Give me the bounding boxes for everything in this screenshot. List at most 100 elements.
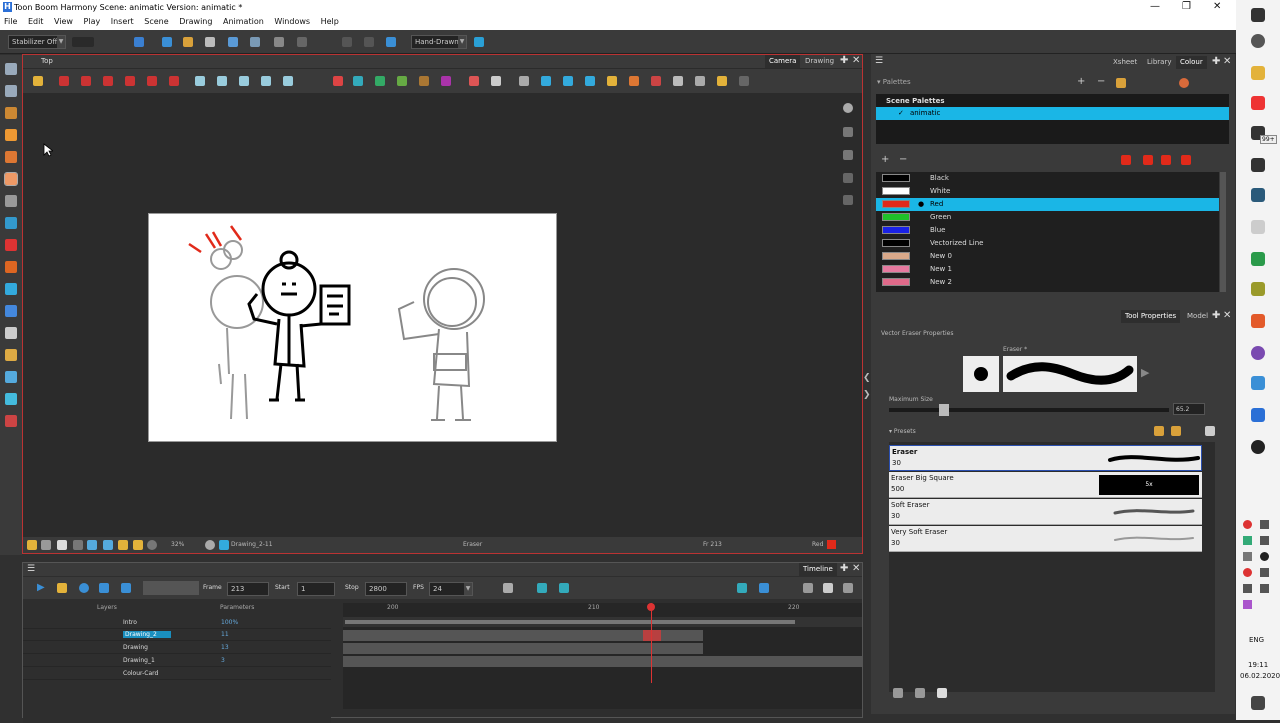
- gear-icon[interactable]: [205, 540, 215, 550]
- color-row-green[interactable]: Green: [876, 211, 1219, 224]
- onion-toggle-icon[interactable]: [103, 540, 113, 550]
- play-icon[interactable]: ▶: [37, 582, 45, 593]
- drawing-canvas[interactable]: [148, 213, 557, 442]
- onion-back-icon[interactable]: [147, 76, 157, 86]
- sound-scrub-icon[interactable]: [121, 583, 131, 593]
- safe-area-icon[interactable]: [541, 76, 551, 86]
- open-folder-icon[interactable]: [183, 37, 193, 47]
- ease-curve-icon[interactable]: [537, 583, 547, 593]
- pressure-icon[interactable]: [893, 688, 903, 698]
- layers-icon[interactable]: [843, 127, 853, 137]
- app-icon-7[interactable]: [1251, 376, 1265, 390]
- color-line-icon[interactable]: [1181, 155, 1191, 165]
- preset-eraser[interactable]: Eraser 30: [889, 445, 1202, 471]
- settings-gear-icon[interactable]: [491, 76, 501, 86]
- ink-tool-icon[interactable]: [5, 415, 17, 427]
- palettes-label[interactable]: ▾ Palettes: [877, 78, 911, 86]
- save-icon[interactable]: [205, 37, 215, 47]
- preview-icon[interactable]: [87, 540, 97, 550]
- onion-skin-icon[interactable]: [59, 76, 69, 86]
- add-tab-icon[interactable]: ✚: [840, 563, 848, 574]
- color-pot-icon[interactable]: [1143, 155, 1153, 165]
- search-icon[interactable]: [1251, 34, 1265, 48]
- pivot-icon[interactable]: [5, 283, 17, 295]
- tray-icon-4[interactable]: [1243, 552, 1252, 561]
- tab-drawing[interactable]: Drawing: [801, 55, 838, 68]
- pencil-tool-icon[interactable]: [5, 129, 17, 141]
- start-field[interactable]: 1: [297, 582, 335, 596]
- playhead-handle[interactable]: [647, 603, 655, 611]
- clock-date[interactable]: 06.02.2020: [1240, 672, 1280, 680]
- zoom-level[interactable]: 32%: [171, 541, 184, 548]
- tab-timeline[interactable]: Timeline: [799, 563, 837, 576]
- stop-field[interactable]: 2800: [365, 582, 407, 596]
- morph-tool-icon[interactable]: [5, 305, 17, 317]
- current-cell[interactable]: [643, 630, 661, 641]
- color-row-blue[interactable]: Blue: [876, 224, 1219, 237]
- render-icon[interactable]: [386, 37, 396, 47]
- view-breadcrumb-top[interactable]: Top: [41, 57, 53, 65]
- color-row-new-2[interactable]: New 2: [876, 276, 1219, 289]
- fill-icon[interactable]: [695, 76, 705, 86]
- network-icon[interactable]: [1243, 584, 1252, 593]
- tray-icon-2[interactable]: [1260, 520, 1269, 529]
- microphone-icon[interactable]: [1260, 584, 1269, 593]
- app-icon-8[interactable]: [1251, 440, 1265, 454]
- close-panel-icon[interactable]: ✕: [1223, 56, 1231, 67]
- select-tool-icon[interactable]: [5, 63, 17, 75]
- color-swatch-tool-icon[interactable]: [1121, 155, 1131, 165]
- max-size-field[interactable]: 65.2: [1173, 403, 1205, 415]
- record-icon[interactable]: [333, 76, 343, 86]
- menu-animation[interactable]: Animation: [219, 15, 268, 29]
- frame-field[interactable]: 213: [227, 582, 269, 596]
- panel-menu-icon[interactable]: ☰: [27, 564, 35, 574]
- frame-grid[interactable]: 200 210 220: [343, 603, 862, 709]
- ease-icon[interactable]: [375, 76, 385, 86]
- sound-icon[interactable]: [99, 583, 109, 593]
- mask-icon[interactable]: [41, 540, 51, 550]
- close-panel-icon[interactable]: ✕: [1223, 310, 1231, 321]
- preset-load-icon[interactable]: [1154, 426, 1164, 436]
- smooth-icon[interactable]: [915, 688, 925, 698]
- rotate-tool-icon[interactable]: [5, 349, 17, 361]
- collapse-right-icon[interactable]: ❯: [863, 390, 871, 400]
- color-row-black[interactable]: Black: [876, 172, 1219, 185]
- tray-icon-5[interactable]: [1260, 552, 1269, 561]
- stabilizer-amount-field[interactable]: [72, 37, 94, 47]
- close-timeline-icon[interactable]: ✕: [852, 563, 860, 574]
- layer-row-drawing-1[interactable]: Drawing_1 3: [23, 655, 331, 667]
- palette-browser-icon[interactable]: [1179, 78, 1189, 88]
- file-explorer-icon[interactable]: [1251, 66, 1265, 80]
- menu-view[interactable]: View: [50, 15, 77, 29]
- rs-icon[interactable]: [419, 76, 429, 86]
- color-row-vectorized-line[interactable]: Vectorized Line: [876, 237, 1219, 250]
- slider-handle[interactable]: [939, 404, 949, 416]
- onion-next-icon[interactable]: [103, 76, 113, 86]
- zoom-tl-icon[interactable]: [843, 583, 853, 593]
- preset-menu-icon[interactable]: [1205, 426, 1215, 436]
- add-tab-icon[interactable]: ✚: [1212, 56, 1220, 67]
- auto-light-icon[interactable]: [133, 540, 143, 550]
- minimize-icon[interactable]: —: [1150, 1, 1160, 12]
- remove-palette-icon[interactable]: −: [1097, 76, 1105, 87]
- stack-off-icon[interactable]: [843, 195, 853, 205]
- bezier-icon[interactable]: [353, 76, 363, 86]
- eraser-tool-icon[interactable]: [4, 172, 18, 186]
- loop-icon[interactable]: [79, 583, 89, 593]
- grid-icon[interactable]: [519, 76, 529, 86]
- reset-view-icon[interactable]: [147, 540, 157, 550]
- tab-library[interactable]: Library: [1143, 56, 1175, 69]
- export-icon[interactable]: [250, 37, 260, 47]
- notifications-icon[interactable]: [1251, 696, 1265, 710]
- tab-camera[interactable]: Camera: [765, 55, 801, 68]
- text-tool-icon[interactable]: [5, 195, 17, 207]
- cube-side-icon[interactable]: [239, 76, 249, 86]
- expand-preview-icon[interactable]: ▶: [1141, 366, 1149, 379]
- playhead[interactable]: [651, 603, 652, 683]
- language-indicator[interactable]: ENG: [1249, 636, 1264, 644]
- current-color-swatch[interactable]: [827, 540, 836, 549]
- cube-front-icon[interactable]: [217, 76, 227, 86]
- windows-start-icon[interactable]: [1251, 8, 1265, 22]
- stack-down-icon[interactable]: [843, 173, 853, 183]
- close-icon[interactable]: ✕: [1213, 1, 1221, 12]
